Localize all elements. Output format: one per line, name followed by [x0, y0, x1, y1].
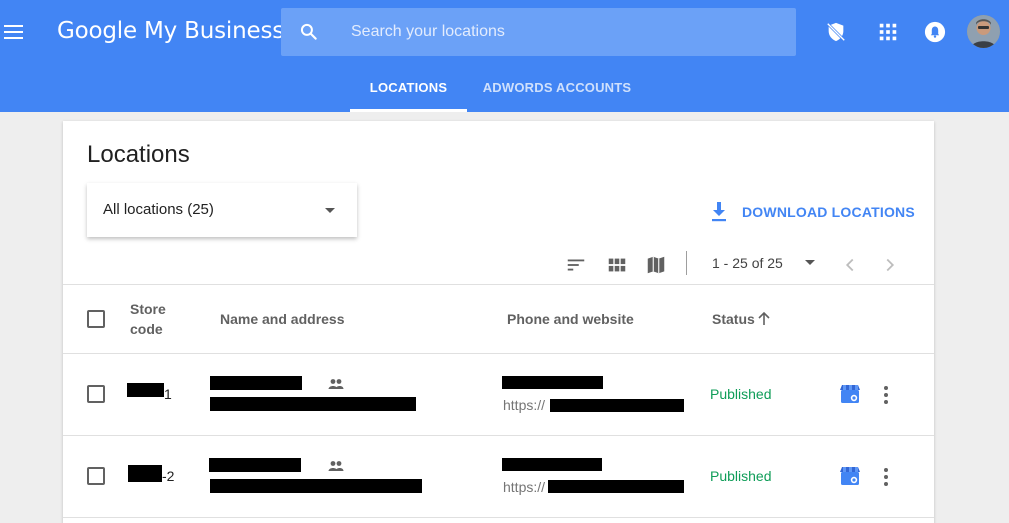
chevron-right-icon[interactable]	[879, 254, 901, 276]
locations-filter-dropdown[interactable]: All locations (25)	[87, 183, 357, 237]
pagination-range: 1 - 25 of 25	[712, 255, 783, 271]
redacted-name	[209, 458, 301, 472]
redacted-address	[210, 479, 422, 493]
app-logo[interactable]: Google My Business	[57, 18, 284, 44]
group-icon	[328, 379, 344, 389]
redacted-phone	[502, 458, 602, 471]
redacted-website	[550, 399, 684, 412]
shield-off-icon[interactable]	[825, 21, 847, 43]
avatar[interactable]	[967, 15, 1000, 48]
map-icon[interactable]	[645, 254, 667, 276]
store-icon[interactable]	[839, 465, 861, 487]
search-input[interactable]	[351, 8, 771, 56]
store-code-suffix: -2	[162, 468, 175, 484]
redacted-website	[548, 480, 684, 493]
more-vert-icon[interactable]	[876, 384, 896, 406]
table-header: Store code Name and address Phone and we…	[63, 284, 934, 354]
column-header-status[interactable]: Status	[712, 311, 755, 327]
redacted-phone	[502, 376, 603, 389]
redacted-store-code	[127, 383, 164, 397]
row-checkbox[interactable]	[87, 467, 105, 485]
column-header-store-code-1[interactable]: Store	[130, 301, 166, 317]
column-header-name-address[interactable]: Name and address	[220, 311, 345, 327]
tab-bar: LOCATIONS ADWORDS ACCOUNTS	[0, 64, 1009, 112]
locations-card: Locations All locations (25) DOWNLOAD LO…	[63, 121, 934, 523]
chevron-down-icon[interactable]	[805, 260, 815, 265]
grid-view-icon[interactable]	[606, 254, 628, 276]
redacted-store-code	[128, 465, 162, 482]
apps-grid-icon[interactable]	[877, 21, 899, 43]
download-locations-button[interactable]: DOWNLOAD LOCATIONS	[710, 201, 915, 223]
table-row[interactable]: -2 https:// Published	[63, 436, 934, 518]
chevron-down-icon	[325, 208, 335, 213]
column-header-store-code-2[interactable]: code	[130, 321, 163, 337]
menu-icon[interactable]	[4, 20, 24, 44]
toolbar-divider	[686, 251, 687, 275]
sort-icon[interactable]	[565, 254, 587, 276]
website-url-prefix[interactable]: https://	[503, 479, 545, 495]
app-header: Google My Business LOCATI	[0, 0, 1009, 112]
status-badge: Published	[710, 468, 772, 484]
website-url-prefix[interactable]: https://	[503, 397, 545, 413]
group-icon	[328, 461, 344, 471]
status-badge: Published	[710, 386, 772, 402]
tab-locations[interactable]: LOCATIONS	[350, 64, 467, 112]
download-icon	[712, 202, 726, 222]
row-checkbox[interactable]	[87, 385, 105, 403]
select-all-checkbox[interactable]	[87, 310, 105, 328]
store-code-suffix: 1	[164, 386, 172, 402]
table-row[interactable]: 1 https:// Published	[63, 354, 934, 436]
avatar-photo	[967, 15, 1000, 48]
filter-label: All locations (25)	[103, 201, 214, 218]
redacted-name	[210, 376, 302, 390]
page-title: Locations	[87, 141, 190, 168]
search-bar[interactable]	[281, 8, 796, 56]
search-icon[interactable]	[299, 22, 319, 42]
more-vert-icon[interactable]	[876, 466, 896, 488]
redacted-address	[210, 397, 416, 411]
notifications-icon[interactable]	[924, 21, 946, 43]
column-header-phone-website[interactable]: Phone and website	[507, 311, 634, 327]
chevron-left-icon[interactable]	[839, 254, 861, 276]
download-label: DOWNLOAD LOCATIONS	[742, 204, 915, 220]
tab-adwords-accounts[interactable]: ADWORDS ACCOUNTS	[480, 64, 634, 112]
store-icon[interactable]	[839, 383, 861, 405]
arrow-up-icon[interactable]	[757, 311, 771, 327]
